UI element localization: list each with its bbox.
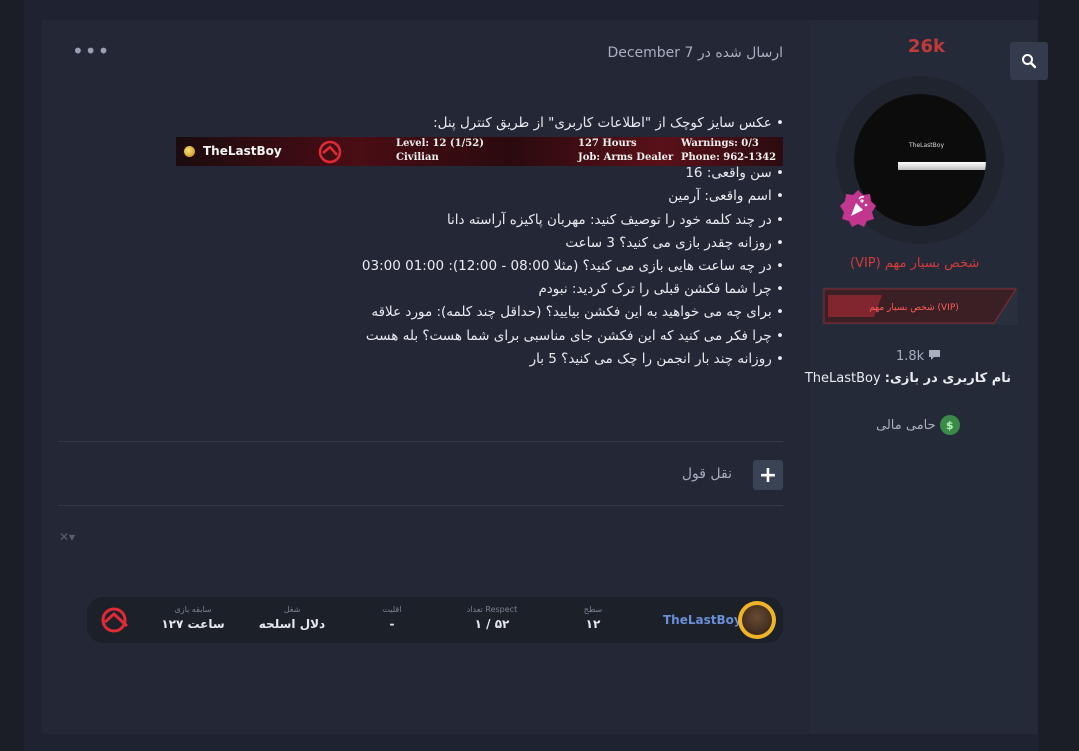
post-line: • در چه ساعت هایی بازی می کنید؟ (مثلا 08… (361, 258, 784, 275)
post-count-value: 1.8k (896, 349, 925, 364)
stat-play-history: سابقه بازی ۱۲۷ ساعت (161, 605, 225, 631)
supporter-badge: $ حامی مالی (876, 415, 960, 435)
quote-button[interactable]: + (753, 460, 783, 490)
search-button[interactable] (1010, 42, 1048, 80)
banner-rank: Civilian (396, 152, 439, 163)
collapse-icon[interactable]: ✕▾ (59, 530, 75, 544)
profile-card-name[interactable]: TheLastBoy (663, 613, 742, 627)
coin-icon (184, 146, 195, 157)
ingame-username: نام کاربری در بازی: TheLastBoy (805, 371, 1011, 386)
post-date: ارسال شده در 7 December (607, 45, 783, 61)
banner-phone: Phone: 962-1342 (681, 152, 777, 163)
author-title: شخص بسیار مهم (VIP) (850, 256, 980, 271)
server-logo-icon (101, 607, 129, 633)
ingame-username-value: TheLastBoy (804, 371, 881, 386)
post-line: • چرا فکر می کنید که این فکشن جای مناسبی… (365, 327, 784, 344)
post-line: • روزانه چقدر بازی می کنید؟ 3 ساعت (565, 234, 784, 251)
confetti-badge-icon (840, 190, 876, 227)
divider (58, 505, 783, 506)
search-icon (1022, 54, 1037, 69)
post-line: • عکس سایز کوچک از "اطلاعات کاربری" از ط… (433, 115, 784, 131)
server-logo-icon (318, 140, 342, 164)
user-info-banner: TheLastBoy Level: 12 (1/52) Civilian 127… (176, 137, 783, 166)
post-line: • اسم واقعی: آرمین (668, 188, 784, 205)
stat-job: شغل دلال اسلحه (258, 605, 326, 631)
stat-respect: تعداد Respect ۱ / ۵۲ (466, 605, 518, 631)
avatar-stripe (898, 162, 986, 170)
banner-hours: 127 Hours (578, 138, 637, 149)
stat-minority: اقلیت - (382, 605, 402, 631)
vip-banner: شخص بسیار مهم (VIP) (822, 287, 1018, 325)
banner-level: Level: 12 (1/52) (396, 138, 484, 149)
post-count: 1.8k (896, 349, 941, 364)
quote-label[interactable]: نقل قول (682, 466, 732, 482)
avatar-image (742, 605, 772, 635)
post-line: • برای چه می خواهید به این فکشن بیایید؟ … (371, 304, 784, 321)
profile-card-avatar[interactable] (738, 601, 776, 639)
post-line: • در چند کلمه خود را توصیف کنید: مهربان … (446, 211, 784, 228)
comment-icon (929, 350, 941, 360)
game-profile-card: سابقه بازی ۱۲۷ ساعت شغل دلال اسلحه اقلیت… (87, 597, 783, 643)
more-options-icon[interactable]: ••• (72, 41, 109, 64)
banner-job: Job: Arms Dealer (578, 152, 674, 163)
stat-level: سطح ۱۲ (583, 605, 603, 631)
dollar-icon: $ (939, 415, 960, 435)
avatar-tag-text: TheLastBoy (909, 142, 944, 149)
vip-banner-text: شخص بسیار مهم (VIP) (869, 303, 959, 313)
supporter-label: حامی مالی (876, 417, 936, 433)
author-reputation: 26k (908, 36, 946, 57)
banner-player-name: TheLastBoy (203, 144, 282, 158)
ingame-username-label: نام کاربری در بازی: (884, 371, 1011, 386)
post-line: • چرا شما فکشن قبلی را ترک کردید: نبودم (538, 281, 784, 298)
divider (58, 441, 783, 442)
post-line: • روزانه چند بار انجمن را چک می کنید؟ 5 … (529, 350, 784, 367)
banner-warnings: Warnings: 0/3 (681, 138, 759, 149)
